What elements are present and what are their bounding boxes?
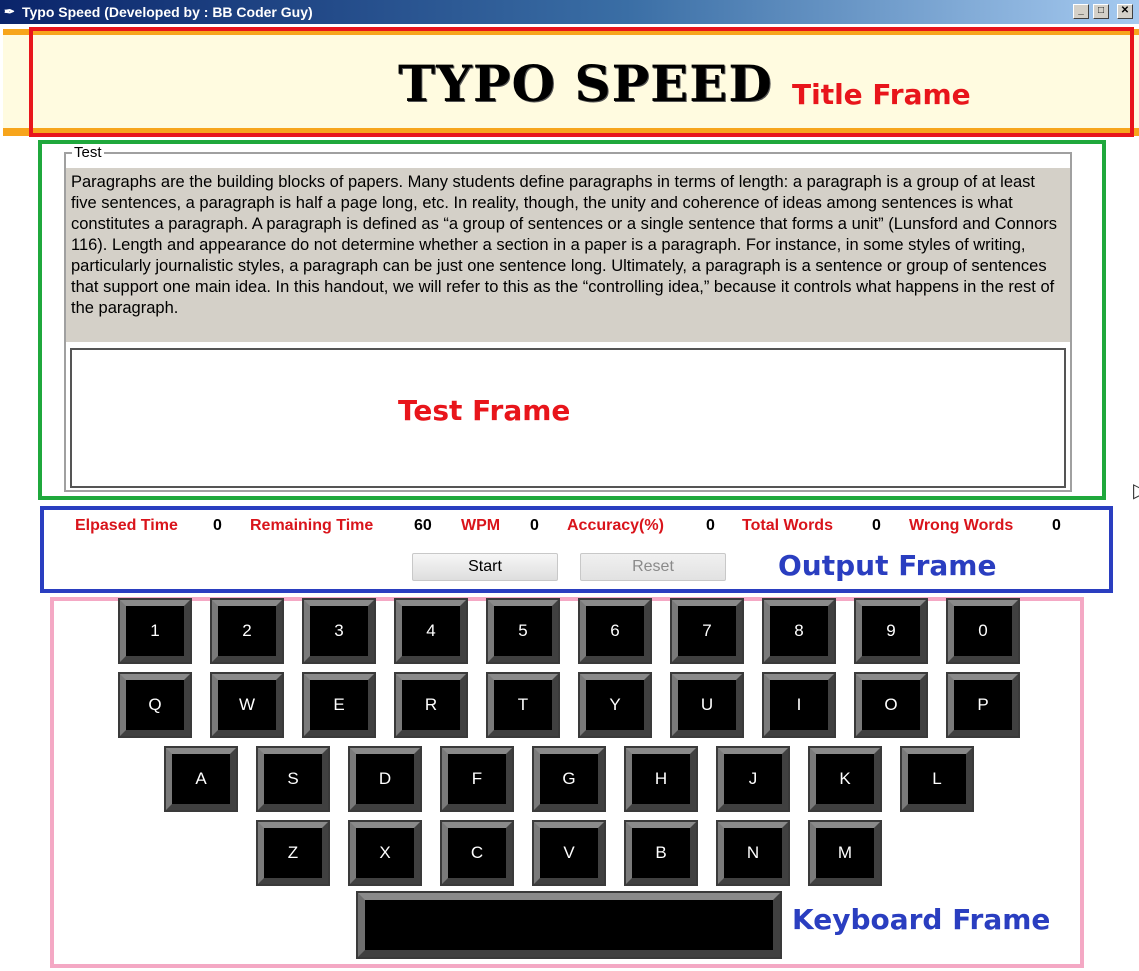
key-k[interactable]: K (810, 748, 880, 810)
key-a[interactable]: A (166, 748, 236, 810)
key-o[interactable]: O (856, 674, 926, 736)
key-j[interactable]: J (718, 748, 788, 810)
key-4[interactable]: 4 (396, 600, 466, 662)
stat-label-total-words: Total Words (742, 517, 833, 534)
window-titlebar[interactable]: ✒ Typo Speed (Developed by : BB Coder Gu… (0, 0, 1139, 24)
key-b[interactable]: B (626, 822, 696, 884)
stat-label-elapsed-time: Elpased Time (75, 517, 178, 534)
key-t[interactable]: T (488, 674, 558, 736)
key-z[interactable]: Z (258, 822, 328, 884)
key-i[interactable]: I (764, 674, 834, 736)
feather-icon: ✒ (4, 4, 15, 19)
key-q[interactable]: Q (120, 674, 190, 736)
key-h[interactable]: H (626, 748, 696, 810)
stat-value-total-words: 0 (872, 517, 881, 534)
output-frame-annotation: Output Frame (778, 549, 997, 582)
key-p[interactable]: P (948, 674, 1018, 736)
stat-value-elapsed-time: 0 (213, 517, 222, 534)
key-8[interactable]: 8 (764, 600, 834, 662)
key-r[interactable]: R (396, 674, 466, 736)
window-title: Typo Speed (Developed by : BB Coder Guy) (22, 4, 313, 20)
app-title: TYPO SPEED (398, 54, 773, 113)
key-u[interactable]: U (672, 674, 742, 736)
key-c[interactable]: C (442, 822, 512, 884)
start-button[interactable]: Start (412, 553, 558, 581)
maximize-button[interactable]: □ (1093, 4, 1109, 19)
title-frame-annotation: Title Frame (792, 78, 971, 111)
key-g[interactable]: G (534, 748, 604, 810)
key-d[interactable]: D (350, 748, 420, 810)
key-6[interactable]: 6 (580, 600, 650, 662)
minimize-button[interactable]: _ (1073, 4, 1089, 19)
test-legend: Test (72, 144, 104, 162)
mouse-cursor-icon: ▷ (1133, 478, 1139, 503)
test-paragraph: Paragraphs are the building blocks of pa… (66, 168, 1070, 342)
reset-button[interactable]: Reset (580, 553, 726, 581)
stat-value-accuracy: 0 (706, 517, 715, 534)
key-n[interactable]: N (718, 822, 788, 884)
key-3[interactable]: 3 (304, 600, 374, 662)
key-s[interactable]: S (258, 748, 328, 810)
stat-value-remaining-time: 60 (414, 517, 432, 534)
key-w[interactable]: W (212, 674, 282, 736)
key-2[interactable]: 2 (212, 600, 282, 662)
key-9[interactable]: 9 (856, 600, 926, 662)
stat-label-remaining-time: Remaining Time (250, 517, 374, 534)
key-e[interactable]: E (304, 674, 374, 736)
key-v[interactable]: V (534, 822, 604, 884)
key-m[interactable]: M (810, 822, 880, 884)
key-7[interactable]: 7 (672, 600, 742, 662)
space-key[interactable] (358, 893, 780, 957)
key-5[interactable]: 5 (488, 600, 558, 662)
stat-label-wpm: WPM (461, 517, 501, 534)
key-y[interactable]: Y (580, 674, 650, 736)
stat-value-wpm: 0 (530, 517, 539, 534)
key-1[interactable]: 1 (120, 600, 190, 662)
test-frame-annotation: Test Frame (398, 394, 571, 427)
stat-value-wrong-words: 0 (1052, 517, 1061, 534)
key-x[interactable]: X (350, 822, 420, 884)
key-0[interactable]: 0 (948, 600, 1018, 662)
key-l[interactable]: L (902, 748, 972, 810)
keyboard-frame-annotation: Keyboard Frame (792, 903, 1051, 936)
stat-label-wrong-words: Wrong Words (909, 517, 1014, 534)
key-f[interactable]: F (442, 748, 512, 810)
close-button[interactable]: ✕ (1117, 4, 1133, 19)
stat-label-accuracy: Accuracy(%) (567, 517, 664, 534)
